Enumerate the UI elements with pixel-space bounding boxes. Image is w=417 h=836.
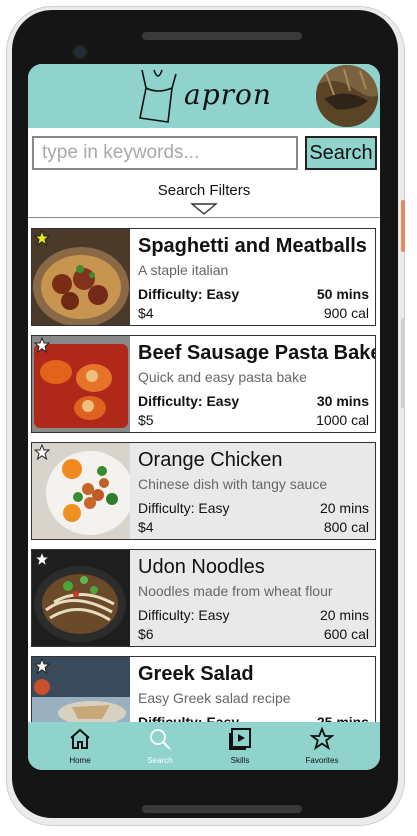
- recipe-difficulty: Difficulty: Easy: [138, 714, 240, 722]
- tab-search-label: Search: [147, 756, 173, 765]
- star-icon: [310, 727, 334, 751]
- recipe-card[interactable]: Udon Noodles Noodles made from wheat flo…: [31, 549, 376, 647]
- recipe-card[interactable]: Greek Salad Easy Greek salad recipe Diff…: [31, 656, 376, 722]
- recipe-price: $5: [138, 412, 154, 428]
- search-button[interactable]: Search: [305, 136, 377, 170]
- chevron-down-icon[interactable]: [190, 202, 218, 216]
- recipe-title: Spaghetti and Meatballs: [138, 235, 367, 257]
- recipe-difficulty: Difficulty: Easy: [138, 393, 240, 409]
- user-avatar[interactable]: [316, 65, 378, 127]
- tab-home[interactable]: Home: [36, 722, 124, 770]
- bottom-speaker: [142, 805, 302, 813]
- divider: [28, 217, 380, 218]
- recipe-description: Quick and easy pasta bake: [138, 369, 307, 385]
- favorite-star-icon[interactable]: [34, 444, 50, 460]
- recipe-calories: 600 cal: [323, 626, 369, 642]
- avatar-photo-icon: [316, 65, 378, 127]
- search-input[interactable]: type in keywords...: [32, 136, 298, 170]
- recipe-title: Beef Sausage Pasta Bake: [138, 342, 376, 364]
- search-filters-toggle[interactable]: Search Filters: [28, 182, 380, 199]
- home-icon: [70, 728, 90, 749]
- recipe-price: $4: [138, 519, 154, 535]
- search-icon: [150, 729, 171, 750]
- recipe-card[interactable]: Spaghetti and Meatballs A staple italian…: [31, 228, 376, 326]
- tab-favorites-label: Favorites: [305, 756, 339, 765]
- recipe-card[interactable]: Beef Sausage Pasta Bake Quick and easy p…: [31, 335, 376, 433]
- recipe-description: Noodles made from wheat flour: [138, 583, 333, 599]
- tab-search[interactable]: Search: [116, 722, 204, 770]
- app-screen: apron type in keywords... Search Search …: [28, 64, 380, 770]
- recipe-difficulty: Difficulty: Easy: [138, 607, 230, 623]
- recipe-time: 30 mins: [316, 393, 369, 409]
- favorite-star-icon[interactable]: [34, 551, 50, 567]
- power-button: [401, 200, 405, 252]
- recipe-calories: 800 cal: [323, 519, 369, 535]
- top-speaker: [142, 32, 302, 40]
- recipe-price: $6: [138, 626, 154, 642]
- volume-button: [401, 318, 405, 408]
- app-header: apron: [28, 64, 380, 128]
- recipe-difficulty: Difficulty: Easy: [138, 286, 240, 302]
- tab-favorites[interactable]: Favorites: [278, 722, 366, 770]
- recipe-title: Orange Chicken: [138, 449, 283, 471]
- recipe-time: 25 mins: [316, 714, 369, 722]
- recipe-title: Udon Noodles: [138, 556, 265, 578]
- apron-logo-icon: [139, 69, 177, 123]
- recipe-time: 20 mins: [319, 607, 369, 623]
- tab-skills[interactable]: Skills: [196, 722, 284, 770]
- tab-home-label: Home: [69, 756, 91, 765]
- front-camera: [72, 44, 88, 60]
- recipe-card[interactable]: Orange Chicken Chinese dish with tangy s…: [31, 442, 376, 540]
- recipe-description: Chinese dish with tangy sauce: [138, 476, 328, 492]
- recipe-description: A staple italian: [138, 262, 229, 278]
- recipe-time: 50 mins: [316, 286, 369, 302]
- recipe-calories: 1000 cal: [316, 412, 369, 428]
- play-icon: [229, 728, 251, 750]
- favorite-star-icon[interactable]: [34, 658, 50, 674]
- favorite-star-icon[interactable]: [34, 337, 50, 353]
- bottom-tab-bar: Home Search Skills Favorites: [28, 722, 380, 770]
- recipe-title: Greek Salad: [138, 663, 254, 685]
- app-logo-text: apron: [184, 78, 272, 111]
- recipe-description: Easy Greek salad recipe: [138, 690, 291, 706]
- recipe-difficulty: Difficulty: Easy: [138, 500, 230, 516]
- recipe-calories: 900 cal: [323, 305, 369, 321]
- recipe-list: Spaghetti and Meatballs A staple italian…: [28, 220, 380, 722]
- recipe-time: 20 mins: [319, 500, 369, 516]
- recipe-price: $4: [138, 305, 154, 321]
- tab-skills-label: Skills: [230, 756, 250, 765]
- favorite-star-icon[interactable]: [34, 230, 50, 246]
